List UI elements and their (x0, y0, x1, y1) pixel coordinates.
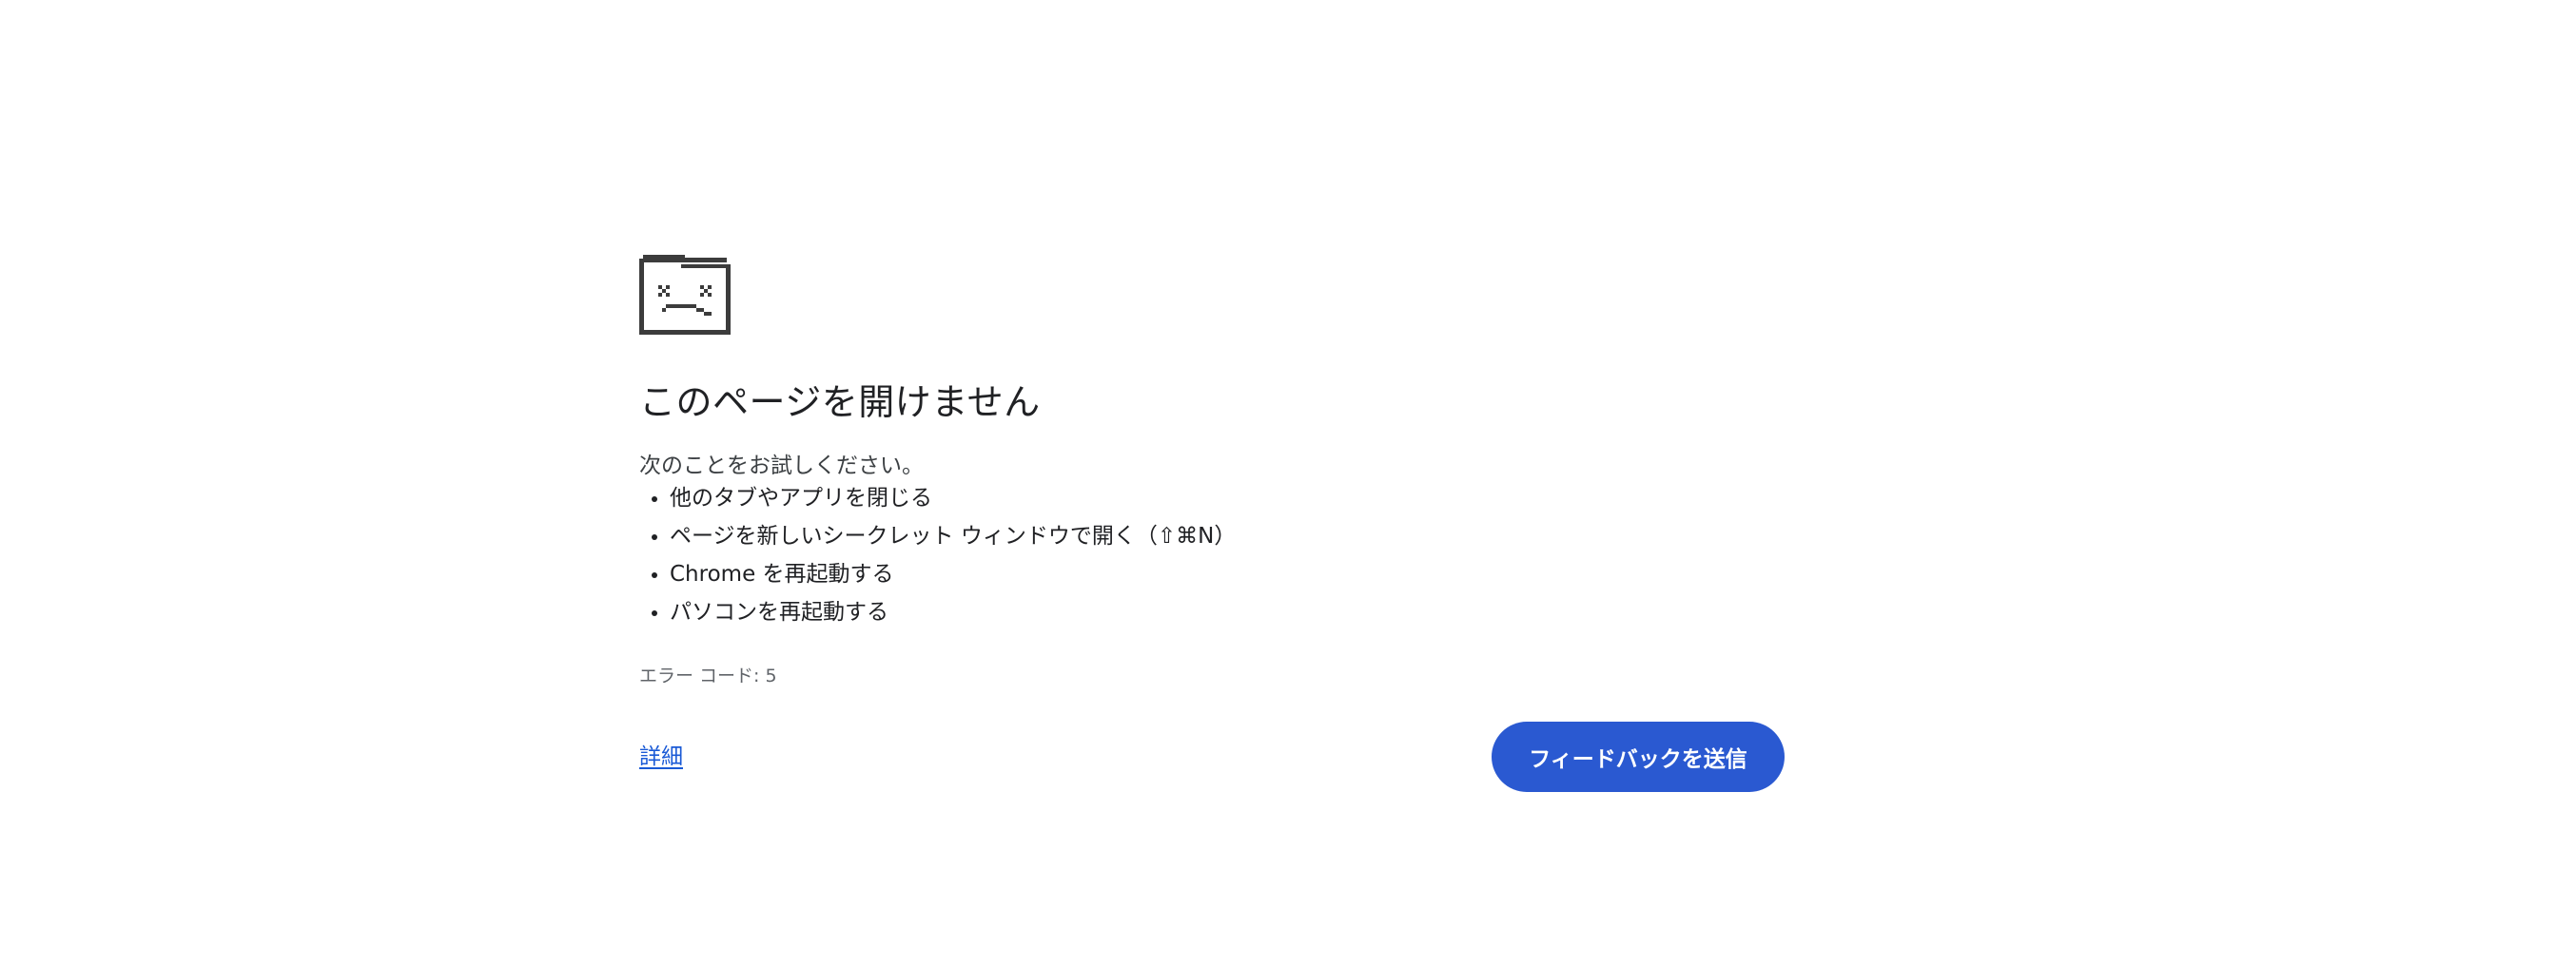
list-item: 他のタブやアプリを閉じる (670, 479, 1236, 517)
error-page: このページを開けません 次のことをお試しください。 他のタブやアプリを閉じる ペ… (639, 255, 1785, 792)
list-item: パソコンを再起動する (670, 593, 1236, 631)
sad-folder-icon (639, 255, 731, 335)
error-code: エラー コード: 5 (639, 666, 777, 686)
details-link[interactable]: 詳細 (639, 738, 683, 770)
page-title: このページを開けません (639, 381, 1041, 423)
list-item: ページを新しいシークレット ウィンドウで開く（⇧⌘N） (670, 517, 1236, 555)
suggestion-list: 他のタブやアプリを閉じる ページを新しいシークレット ウィンドウで開く（⇧⌘N）… (639, 479, 1236, 631)
send-feedback-button[interactable]: フィードバックを送信 (1492, 722, 1785, 792)
suggestions-intro: 次のことをお試しください。 (639, 454, 924, 478)
list-item: Chrome を再起動する (670, 555, 1236, 593)
